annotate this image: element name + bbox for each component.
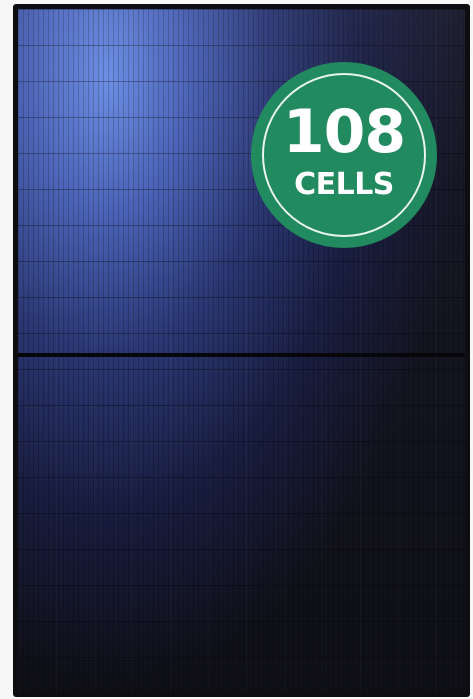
badge-label: CELLS — [294, 167, 394, 202]
badge-number: 108 — [282, 97, 406, 167]
cell-count-badge: 108 CELLS — [251, 62, 437, 248]
product-image: 108 CELLS — [0, 0, 473, 699]
